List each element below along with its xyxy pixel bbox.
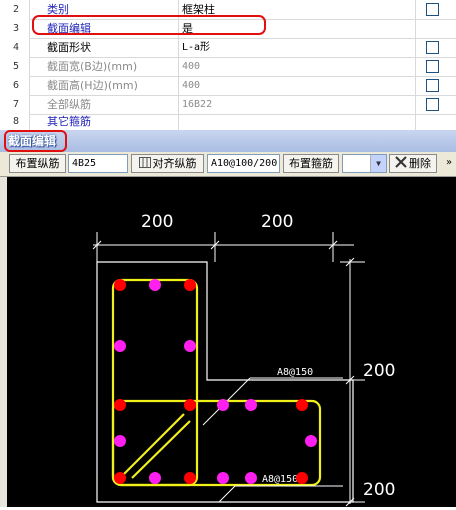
property-checkbox[interactable] [426, 98, 439, 111]
stirrup-tie [131, 420, 191, 479]
property-value[interactable]: 400 [180, 57, 416, 76]
close-icon [395, 155, 407, 173]
stirrup-label: A8@150 [277, 367, 313, 378]
align-icon [138, 156, 151, 173]
property-checkbox[interactable] [426, 41, 439, 54]
side-rebar[interactable] [184, 340, 196, 352]
dim-right-lower: 200 [363, 480, 395, 500]
property-label: 截面形状 [30, 38, 179, 57]
section-canvas[interactable]: 200 200 200 200 A8@150 A8@150 [7, 177, 456, 507]
stirrup-input[interactable]: A10@100/200 [207, 154, 280, 173]
property-label: 全部纵筋 [30, 95, 179, 114]
side-rebar[interactable] [149, 279, 161, 291]
section-toolbar: 布置纵筋 4B25 对齐纵筋 A10@100/200 布置箍筋 ▼ 删除 » [0, 152, 456, 177]
delete-button[interactable]: 删除 [389, 154, 437, 173]
property-checkbox[interactable] [426, 60, 439, 73]
place-longitudinal-button[interactable]: 布置纵筋 [9, 154, 66, 173]
side-rebar[interactable] [114, 340, 126, 352]
property-row[interactable]: 6 截面高(H边)(mm) 400 [0, 76, 456, 96]
delete-label: 删除 [409, 157, 431, 170]
property-label: 截面高(H边)(mm) [30, 76, 179, 95]
align-longitudinal-button[interactable]: 对齐纵筋 [131, 154, 204, 173]
corner-rebars [114, 279, 308, 484]
side-rebar[interactable] [114, 435, 126, 447]
top-dimension [92, 232, 354, 262]
corner-rebar[interactable] [296, 472, 308, 484]
align-longitudinal-label: 对齐纵筋 [152, 157, 197, 170]
row-number: 6 [0, 76, 30, 95]
side-rebar[interactable] [245, 399, 257, 411]
property-checkbox[interactable] [426, 79, 439, 92]
dim-top-right: 200 [261, 212, 293, 232]
row-number: 4 [0, 38, 30, 57]
side-rebar[interactable] [217, 399, 229, 411]
row-number: 2 [0, 0, 30, 19]
side-rebar[interactable] [217, 472, 229, 484]
corner-rebar[interactable] [184, 399, 196, 411]
stirrup-type-select[interactable]: ▼ [342, 154, 387, 173]
property-label: 其它箍筋 [30, 114, 179, 130]
property-row[interactable]: 4 截面形状 L-a形 [0, 38, 456, 58]
property-label: 截面宽(B边)(mm) [30, 57, 179, 76]
chevron-down-icon[interactable]: ▼ [370, 155, 386, 172]
title-highlight-oval [4, 130, 67, 152]
side-rebar[interactable] [245, 472, 257, 484]
corner-rebar[interactable] [114, 279, 126, 291]
panel-title-bar: 截面编辑 [0, 130, 456, 152]
longitudinal-input[interactable]: 4B25 [68, 154, 128, 173]
place-stirrup-button[interactable]: 布置箍筋 [283, 154, 339, 173]
concrete-outline [96, 261, 354, 503]
corner-rebar[interactable] [184, 472, 196, 484]
stirrup-tie [123, 413, 185, 475]
property-checkbox[interactable] [426, 3, 439, 16]
row-number: 3 [0, 19, 30, 38]
side-rebar[interactable] [305, 435, 317, 447]
section-edit-panel: 截面编辑 布置纵筋 4B25 对齐纵筋 A10@100/200 布置箍筋 ▼ 删… [0, 130, 456, 507]
stirrups [111, 278, 322, 487]
toolbar-overflow-button[interactable]: » [443, 154, 455, 173]
property-row[interactable]: 7 全部纵筋 16B22 [0, 95, 456, 115]
corner-rebar[interactable] [184, 279, 196, 291]
property-value[interactable] [180, 114, 416, 130]
property-value[interactable]: L-a形 [180, 38, 416, 57]
corner-rebar[interactable] [296, 399, 308, 411]
property-grid: 2 类别 框架柱 3 截面编辑 是 4 截面形状 L-a形 5 截面宽(B边)(… [0, 0, 456, 130]
corner-rebar[interactable] [114, 399, 126, 411]
corner-rebar[interactable] [114, 472, 126, 484]
stirrup-label: A8@150 [262, 474, 298, 485]
highlight-oval [32, 15, 266, 35]
dim-right-upper: 200 [363, 361, 395, 381]
section-drawing: 200 200 200 200 A8@150 A8@150 [92, 212, 395, 507]
stirrup-horizontal [111, 399, 322, 487]
property-row[interactable]: 8 其它箍筋 [0, 114, 456, 130]
dim-top-left: 200 [141, 212, 173, 232]
row-number: 8 [0, 114, 30, 130]
property-value[interactable]: 16B22 [180, 95, 416, 114]
row-number: 5 [0, 57, 30, 76]
canvas-left-border [0, 177, 7, 507]
row-number: 7 [0, 95, 30, 114]
property-value[interactable]: 400 [180, 76, 416, 95]
side-rebar[interactable] [149, 472, 161, 484]
property-row[interactable]: 5 截面宽(B边)(mm) 400 [0, 57, 456, 77]
